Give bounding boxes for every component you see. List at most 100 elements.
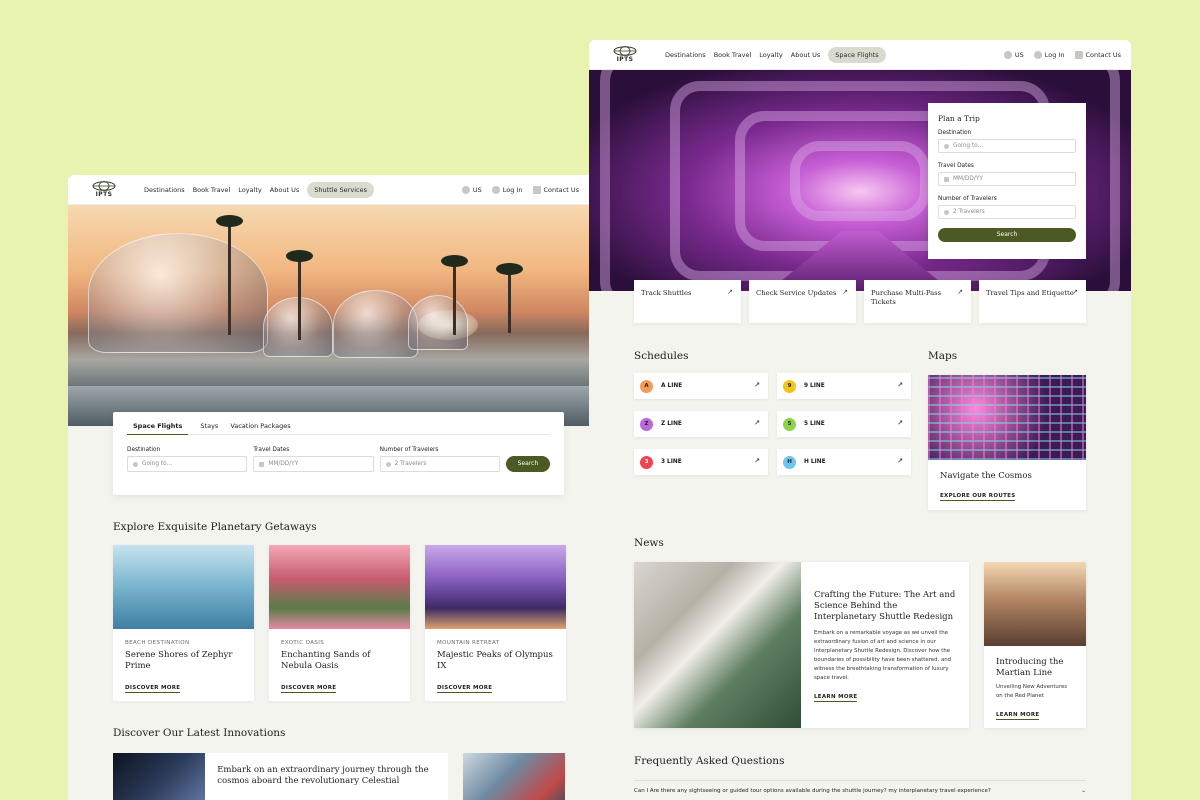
- dates-placeholder: MM/DD/YY: [268, 461, 299, 467]
- search-fields: Destination Going to... Travel Dates MM/…: [127, 447, 550, 472]
- quick-link-travel-tips[interactable]: Travel Tips and Etiquette ↗: [979, 280, 1086, 323]
- destination-input[interactable]: Going to...: [938, 139, 1076, 153]
- dates-input[interactable]: MM/DD/YY: [253, 456, 374, 472]
- login-label: Log In: [1044, 50, 1065, 59]
- travelers-field: Number of Travelers 2 Travelers: [379, 447, 500, 472]
- logo[interactable]: IPTS: [611, 46, 639, 63]
- destination-label: Destination: [938, 130, 972, 136]
- line-label: 9 LINE: [804, 383, 825, 389]
- schedule-line-5[interactable]: 5 5 LINE ↗: [777, 411, 911, 437]
- calendar-icon: [259, 461, 265, 467]
- nav-book-travel[interactable]: Book Travel: [193, 186, 231, 194]
- card-kicker: EXOTIC OASIS: [281, 640, 325, 646]
- palm-tree: [216, 215, 243, 335]
- schedule-line-a[interactable]: A A LINE ↗: [634, 373, 768, 399]
- map-card[interactable]: Navigate the Cosmos EXPLORE OUR ROUTES: [928, 375, 1086, 510]
- nav-book-travel[interactable]: Book Travel: [714, 51, 752, 59]
- glass-dome: [408, 295, 468, 350]
- tab-space-flights[interactable]: Space Flights: [127, 422, 189, 435]
- news-main-card[interactable]: Crafting the Future: The Art and Science…: [634, 562, 969, 728]
- getaway-card[interactable]: MOUNTAIN RETREAT Majestic Peaks of Olymp…: [425, 545, 566, 701]
- tab-stays[interactable]: Stays: [200, 422, 218, 430]
- quick-link-track-shuttles[interactable]: Track Shuttles ↗: [634, 280, 741, 323]
- faq-heading: Frequently Asked Questions: [634, 755, 785, 767]
- nav-space-flights[interactable]: Space Flights: [828, 46, 886, 63]
- card-image: [113, 545, 254, 629]
- maps-heading: Maps: [928, 350, 958, 362]
- login-link[interactable]: Log In: [1033, 50, 1065, 59]
- news-side-card[interactable]: Introducing the Martian Line Unveiling N…: [984, 562, 1086, 728]
- schedule-line-3[interactable]: 3 3 LINE ↗: [634, 449, 768, 475]
- schedule-line-z[interactable]: Z Z LINE ↗: [634, 411, 768, 437]
- map-card-title: Navigate the Cosmos: [940, 471, 1032, 481]
- region-selector[interactable]: US: [461, 185, 482, 194]
- contact-link[interactable]: Contact Us: [532, 185, 579, 194]
- schedule-line-h[interactable]: H H LINE ↗: [777, 449, 911, 475]
- line-badge: Z: [640, 417, 653, 431]
- globe-icon: [613, 46, 637, 56]
- schedules-heading: Schedules: [634, 350, 689, 362]
- schedule-line-9[interactable]: 9 9 LINE ↗: [777, 373, 911, 399]
- news-body: Crafting the Future: The Art and Science…: [801, 562, 969, 728]
- learn-more-link[interactable]: LEARN MORE: [814, 694, 858, 702]
- discover-more-link[interactable]: DISCOVER MORE: [437, 685, 493, 693]
- arrow-up-right-icon: ↗: [957, 288, 963, 296]
- nav-destinations[interactable]: Destinations: [144, 186, 185, 194]
- logo[interactable]: IPTS: [90, 181, 118, 198]
- plan-title: Plan a Trip: [938, 114, 980, 123]
- nav-loyalty[interactable]: Loyalty: [238, 186, 262, 194]
- globe-icon: [92, 181, 116, 191]
- card-body: MOUNTAIN RETREAT Majestic Peaks of Olymp…: [425, 629, 566, 704]
- contact-label: Contact Us: [1085, 50, 1122, 59]
- card-body: EXOTIC OASIS Enchanting Sands of Nebula …: [269, 629, 410, 704]
- discover-more-link[interactable]: DISCOVER MORE: [281, 685, 337, 693]
- news-side-text: Unveiling New Adventures on the Red Plan…: [996, 684, 1068, 699]
- user-icon: [491, 185, 500, 194]
- nav-shuttle-services[interactable]: Shuttle Services: [307, 181, 374, 198]
- palm-tree: [286, 250, 313, 340]
- login-link[interactable]: Log In: [491, 185, 523, 194]
- top-nav: IPTS Destinations Book Travel Loyalty Ab…: [68, 175, 589, 205]
- news-side-image: [984, 562, 1086, 646]
- nav-loyalty[interactable]: Loyalty: [759, 51, 783, 59]
- travelers-input[interactable]: 2 Travelers: [938, 205, 1076, 219]
- tunnel-ring: [790, 140, 930, 221]
- search-button[interactable]: Search: [505, 456, 550, 472]
- quick-link-multi-pass[interactable]: Purchase Multi-Pass Tickets ↗: [864, 280, 971, 323]
- innovation-card[interactable]: Embark on an extraordinary journey throu…: [113, 753, 448, 800]
- discover-more-link[interactable]: DISCOVER MORE: [125, 685, 181, 693]
- line-label: H LINE: [804, 459, 826, 465]
- dates-input[interactable]: MM/DD/YY: [938, 172, 1076, 186]
- getaway-card[interactable]: EXOTIC OASIS Enchanting Sands of Nebula …: [269, 545, 410, 701]
- nav-about-us[interactable]: About Us: [791, 51, 820, 59]
- getaway-card[interactable]: BEACH DESTINATION Serene Shores of Zephy…: [113, 545, 254, 701]
- faq-item[interactable]: Can I Are there any sightseeing or guide…: [634, 780, 1086, 794]
- region-selector[interactable]: US: [1003, 50, 1024, 59]
- travelers-label: Number of Travelers: [938, 196, 997, 202]
- glass-dome: [88, 233, 268, 353]
- destination-input[interactable]: Going to...: [127, 456, 248, 472]
- arrow-up-right-icon: ↗: [842, 288, 848, 296]
- mail-icon: [1074, 50, 1083, 59]
- getaways-heading: Explore Exquisite Planetary Getaways: [113, 521, 317, 533]
- mail-icon: [532, 185, 541, 194]
- glass-dome: [333, 290, 418, 358]
- nav-destinations[interactable]: Destinations: [665, 51, 706, 59]
- contact-link[interactable]: Contact Us: [1074, 50, 1122, 59]
- innovation-side-image[interactable]: [463, 753, 565, 800]
- explore-routes-link[interactable]: EXPLORE OUR ROUTES: [940, 493, 1016, 501]
- pin-icon: [944, 143, 949, 149]
- card-kicker: MOUNTAIN RETREAT: [437, 640, 500, 646]
- quick-links: Track Shuttles ↗ Check Service Updates ↗ P…: [634, 280, 1086, 323]
- travelers-input[interactable]: 2 Travelers: [379, 456, 500, 472]
- learn-more-link[interactable]: LEARN MORE: [996, 712, 1040, 720]
- line-badge: A: [640, 379, 653, 393]
- quick-link-service-updates[interactable]: Check Service Updates ↗: [749, 280, 856, 323]
- news-heading: News: [634, 537, 664, 549]
- tab-vacation-packages[interactable]: Vacation Packages: [230, 422, 290, 430]
- search-button[interactable]: Search: [938, 228, 1076, 242]
- news-title: Crafting the Future: The Art and Science…: [814, 590, 956, 622]
- card-title: Majestic Peaks of Olympus IX: [437, 650, 553, 671]
- right-page-window: IPTS Destinations Book Travel Loyalty Ab…: [589, 40, 1131, 800]
- nav-about-us[interactable]: About Us: [270, 186, 299, 194]
